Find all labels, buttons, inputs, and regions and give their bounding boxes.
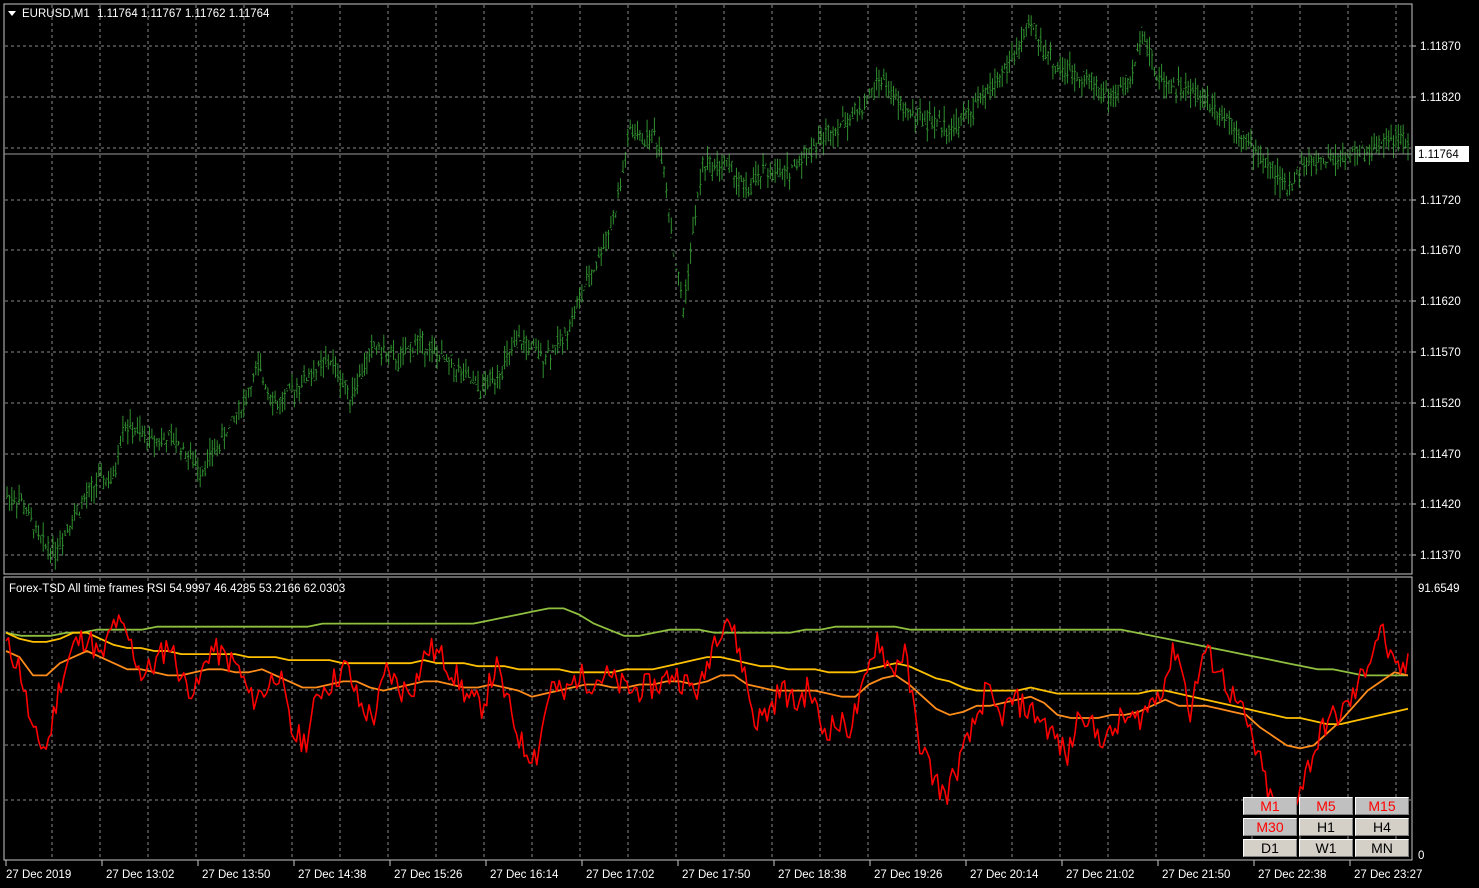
indicator-pane-border: [3, 576, 1413, 861]
price-tick-label: 1.11470: [1420, 449, 1461, 461]
time-tick-label: 27 Dec 15:26: [394, 869, 462, 881]
indicator-scale-max: 91.6549: [1418, 583, 1460, 595]
time-tick-label: 27 Dec 13:02: [106, 869, 174, 881]
rsi-lines: [5, 607, 1409, 816]
timeframe-button-m30[interactable]: M30: [1243, 818, 1297, 836]
price-tick-label: 1.11620: [1420, 296, 1461, 308]
indicator-header: Forex-TSD All time frames RSI 54.9997 46…: [9, 583, 345, 595]
timeframe-button-h1[interactable]: H1: [1299, 818, 1353, 836]
timeframe-button-mn[interactable]: MN: [1355, 839, 1409, 857]
current-price-label: 1.11764: [1418, 149, 1459, 161]
time-tick-label: 27 Dec 16:14: [490, 869, 559, 881]
price-tick-label: 1.11370: [1420, 550, 1461, 562]
timeframe-button-panel: M1 M5 M15 M30 H1 H4 D1 W1 MN: [1243, 797, 1411, 859]
time-tick-label: 27 Dec 19:26: [874, 869, 942, 881]
timeframe-button-d1[interactable]: D1: [1243, 839, 1297, 857]
time-axis: 27 Dec 2019 27 Dec 13:02 27 Dec 13:50 27 De…: [5, 860, 1422, 881]
indicator-scale-min: 0: [1418, 850, 1424, 862]
time-tick-label: 27 Dec 17:50: [682, 869, 750, 881]
time-tick-label: 27 Dec 17:02: [586, 869, 654, 881]
time-tick-label: 27 Dec 18:38: [778, 869, 846, 881]
time-tick-label: 27 Dec 13:50: [202, 869, 270, 881]
timeframe-button-m15[interactable]: M15: [1355, 797, 1409, 815]
ohlc-values: 1.11764 1.11767 1.11762 1.11764: [97, 8, 270, 20]
timeframe-button-m1[interactable]: M1: [1243, 797, 1297, 815]
price-tick-label: 1.11870: [1420, 41, 1461, 53]
triangle-down-icon[interactable]: [8, 11, 16, 16]
price-tick-label: 1.11720: [1420, 195, 1461, 207]
price-tick-label: 1.11820: [1420, 92, 1461, 104]
chart-grid: [5, 5, 1411, 859]
symbol-label: EURUSD,M1: [22, 8, 90, 20]
time-tick-label: 27 Dec 21:50: [1162, 869, 1230, 881]
time-tick-label: 27 Dec 14:38: [298, 869, 366, 881]
time-tick-label: 27 Dec 21:02: [1066, 869, 1134, 881]
price-tick-label: 1.11670: [1420, 245, 1461, 257]
price-tick-label: 1.11420: [1420, 499, 1461, 511]
price-tick-label: 1.11520: [1420, 398, 1461, 410]
price-axis: 1.11870 1.11820 1.11720 1.11670 1.11620 1.115…: [1412, 41, 1461, 562]
time-tick-label: 27 Dec 22:38: [1258, 869, 1326, 881]
timeframe-button-h4[interactable]: H4: [1355, 818, 1409, 836]
time-tick-label: 27 Dec 20:14: [970, 869, 1039, 881]
price-chart-canvas[interactable]: EURUSD,M1 1.11764 1.11767 1.11762 1.1176…: [0, 0, 1479, 888]
time-tick-label: 27 Dec 23:27: [1354, 869, 1422, 881]
timeframe-button-w1[interactable]: W1: [1299, 839, 1353, 857]
timeframe-button-m5[interactable]: M5: [1299, 797, 1353, 815]
price-tick-label: 1.11570: [1420, 347, 1461, 359]
price-bars: [5, 14, 1410, 570]
main-pane-border: [3, 3, 1413, 575]
time-tick-label: 27 Dec 2019: [6, 869, 71, 881]
